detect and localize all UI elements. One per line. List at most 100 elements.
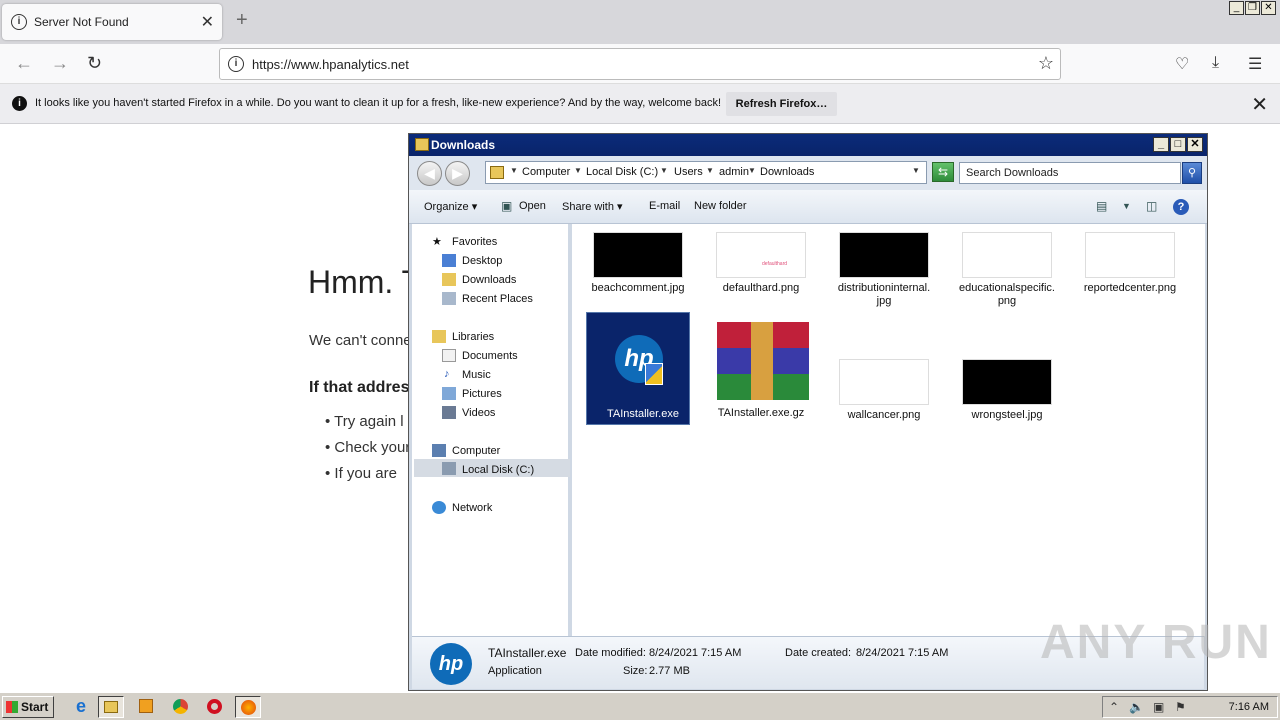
forward-button[interactable]: ▶ — [445, 161, 470, 186]
file-item[interactable]: wrongsteel.jpg — [951, 351, 1055, 463]
shield-icon — [645, 363, 663, 385]
file-item[interactable]: reportedcenter.png — [1074, 224, 1178, 336]
breadcrumb-item[interactable]: Local Disk (C:) — [586, 166, 658, 178]
chevron-down-icon[interactable]: ▼ — [574, 166, 582, 175]
chevron-down-icon[interactable]: ▼ — [748, 166, 756, 175]
close-notification-icon[interactable]: ✕ — [1251, 92, 1268, 117]
file-item[interactable]: distributioninternal. jpg — [828, 224, 932, 336]
nav-network[interactable]: Network — [452, 502, 492, 514]
preview-pane-icon[interactable]: ◫ — [1146, 199, 1157, 213]
notification-bar: i It looks like you haven't started Fire… — [0, 84, 1280, 124]
file-list: beachcomment.jpg defaulthard defaulthard… — [572, 224, 1205, 636]
restore-button[interactable]: ❐ — [1245, 1, 1260, 15]
chevron-down-icon[interactable]: ▼ — [706, 166, 714, 175]
chrome-logo — [173, 699, 188, 714]
refresh-icon[interactable]: ⇆ — [932, 162, 954, 182]
email-button[interactable]: E-mail — [649, 200, 680, 212]
opera-icon[interactable] — [202, 696, 228, 718]
close-tab-icon[interactable]: ✕ — [201, 12, 214, 32]
menu-icon[interactable]: ☰ — [1248, 54, 1262, 74]
clock[interactable]: 7:16 AM — [1229, 701, 1269, 713]
back-button[interactable]: ◀ — [417, 161, 442, 186]
browser-tab[interactable]: i Server Not Found ✕ — [2, 4, 222, 40]
explorer-taskbar-icon[interactable] — [98, 696, 124, 718]
url-text[interactable]: https://www.hpanalytics.net — [252, 57, 409, 72]
action-center-flag-icon[interactable]: ⚑ — [1175, 700, 1186, 714]
site-info-icon[interactable]: i — [228, 56, 244, 72]
nav-recent-places[interactable]: Recent Places — [462, 293, 533, 305]
pictures-icon — [442, 387, 456, 400]
details-modified-label: Date modified: — [575, 647, 646, 659]
explorer-maximize-button[interactable]: □ — [1170, 137, 1186, 152]
volume-icon[interactable]: 🔈 — [1129, 700, 1144, 714]
nav-desktop[interactable]: Desktop — [462, 255, 502, 267]
refresh-firefox-button[interactable]: Refresh Firefox… — [726, 92, 837, 116]
nav-pictures[interactable]: Pictures — [462, 388, 502, 400]
recent-places-icon — [442, 292, 456, 305]
nav-computer[interactable]: Computer — [452, 445, 500, 457]
start-button[interactable]: Start — [2, 696, 54, 718]
download-icon[interactable]: ⤓ — [1212, 54, 1219, 72]
file-item[interactable]: educationalspecific. png — [951, 224, 1055, 336]
explorer-minimize-button[interactable]: _ — [1153, 137, 1169, 152]
ie-icon[interactable]: e — [68, 696, 94, 718]
nav-favorites[interactable]: Favorites — [452, 236, 497, 248]
details-size-label: Size: — [623, 665, 648, 677]
share-with-button[interactable]: Share with ▾ — [562, 200, 623, 213]
file-item[interactable]: wallcancer.png — [828, 351, 932, 463]
computer-icon — [432, 444, 446, 457]
view-icon[interactable]: ▤ — [1096, 199, 1107, 213]
chevron-down-icon[interactable]: ▼ — [510, 166, 518, 175]
explorer-close-button[interactable]: ✕ — [1187, 137, 1203, 152]
back-button[interactable]: ← — [15, 53, 33, 73]
pocket-icon[interactable]: ♡ — [1175, 54, 1189, 74]
share-with-label: Share with — [562, 201, 614, 213]
nav-documents[interactable]: Documents — [462, 350, 518, 362]
nav-downloads[interactable]: Downloads — [462, 274, 516, 286]
file-item[interactable]: TAInstaller.exe.gz — [705, 312, 809, 425]
firefox-taskbar-icon[interactable] — [235, 696, 261, 718]
file-item-selected[interactable]: hp TAInstaller.exe — [586, 312, 690, 425]
nav-local-disk[interactable]: Local Disk (C:) — [462, 464, 534, 476]
forward-button[interactable]: → — [51, 53, 69, 73]
bookmark-star-icon[interactable]: ☆ — [1038, 53, 1054, 74]
open-button[interactable]: Open — [519, 200, 546, 212]
url-bar[interactable]: i https://www.hpanalytics.net ☆ — [219, 48, 1061, 80]
explorer-title: Downloads — [431, 138, 496, 152]
reload-button[interactable]: ↻ — [87, 53, 102, 73]
info-icon: i — [12, 96, 27, 111]
breadcrumb-item[interactable]: Computer — [522, 166, 570, 178]
chevron-down-icon[interactable]: ▼ — [660, 166, 668, 175]
details-file-type: Application — [488, 665, 542, 677]
chevron-down-icon[interactable]: ▼ — [912, 166, 920, 175]
media-player-icon[interactable] — [134, 696, 160, 718]
network-tray-icon[interactable]: ▣ — [1153, 700, 1164, 714]
help-icon[interactable]: ? — [1173, 199, 1189, 215]
nav-libraries[interactable]: Libraries — [452, 331, 494, 343]
minimize-button[interactable]: _ — [1229, 1, 1244, 15]
folder-icon — [104, 701, 118, 713]
close-button[interactable]: ✕ — [1261, 1, 1276, 15]
search-input[interactable]: Search Downloads — [959, 162, 1181, 184]
new-tab-button[interactable]: + — [236, 10, 248, 30]
error-text: We can't conne — [309, 332, 412, 349]
chevron-down-icon[interactable]: ▼ — [1122, 201, 1131, 211]
chrome-icon[interactable] — [168, 696, 194, 718]
search-placeholder: Search Downloads — [966, 167, 1059, 179]
libraries-icon — [432, 330, 446, 343]
nav-music[interactable]: Music — [462, 369, 491, 381]
thumbnail-text: defaulthard — [762, 261, 788, 267]
new-folder-button[interactable]: New folder — [694, 200, 747, 212]
breadcrumb-item[interactable]: Downloads — [760, 166, 814, 178]
local-disk-icon — [442, 462, 456, 475]
details-created-label: Date created: — [785, 647, 852, 659]
organize-button[interactable]: Organize ▾ — [424, 200, 477, 213]
breadcrumb-item[interactable]: Users — [674, 166, 703, 178]
start-label: Start — [21, 700, 49, 714]
nav-videos[interactable]: Videos — [462, 407, 495, 419]
breadcrumb[interactable]: ▼ Computer ▼ Local Disk (C:) ▼ Users ▼ a… — [485, 161, 927, 184]
search-icon[interactable]: ⚲ — [1182, 162, 1202, 184]
breadcrumb-item[interactable]: admin — [719, 166, 749, 178]
tray-expand-icon[interactable]: ⌃ — [1109, 700, 1119, 714]
explorer-title-bar[interactable]: Downloads _ □ ✕ — [409, 134, 1207, 156]
